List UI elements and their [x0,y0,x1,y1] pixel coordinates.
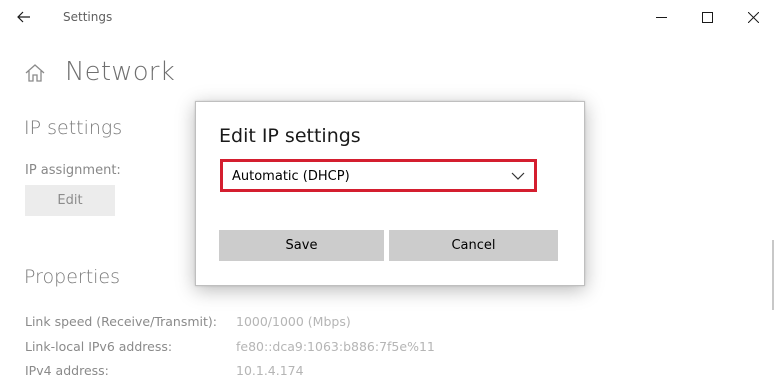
page-title: Network [65,57,175,87]
minimize-icon [655,16,667,18]
property-label: Link speed (Receive/Transmit): [25,314,218,329]
select-value: Automatic (DHCP) [232,169,350,184]
chevron-down-icon [511,172,525,180]
minimize-button[interactable] [638,0,684,34]
edit-button[interactable]: Edit [25,185,115,216]
property-label: Link-local IPv6 address: [25,339,173,354]
property-value: fe80::dca9:1063:b886:7f5e%11 [236,339,435,354]
property-value: 1000/1000 (Mbps) [236,314,351,329]
window-title: Settings [63,10,113,24]
cancel-button[interactable]: Cancel [389,230,558,261]
back-button[interactable] [8,3,40,31]
scrollbar[interactable] [772,240,774,310]
properties-heading: Properties [24,266,121,288]
title-bar: Settings [0,0,777,34]
close-button[interactable] [730,0,776,34]
property-value: 10.1.4.174 [236,363,304,378]
edit-ip-settings-dialog: Edit IP settings Automatic (DHCP) Save C… [195,101,585,286]
maximize-icon [701,11,713,23]
close-icon [747,11,759,23]
save-button[interactable]: Save [219,230,384,261]
back-arrow-icon [17,11,30,23]
ip-settings-heading: IP settings [24,117,123,139]
maximize-button[interactable] [684,0,730,34]
dialog-title: Edit IP settings [219,125,361,147]
property-label: IPv4 address: [25,363,109,378]
home-icon[interactable] [24,62,46,84]
ip-assignment-select[interactable]: Automatic (DHCP) [220,159,537,192]
ip-assignment-label: IP assignment: [25,163,121,178]
